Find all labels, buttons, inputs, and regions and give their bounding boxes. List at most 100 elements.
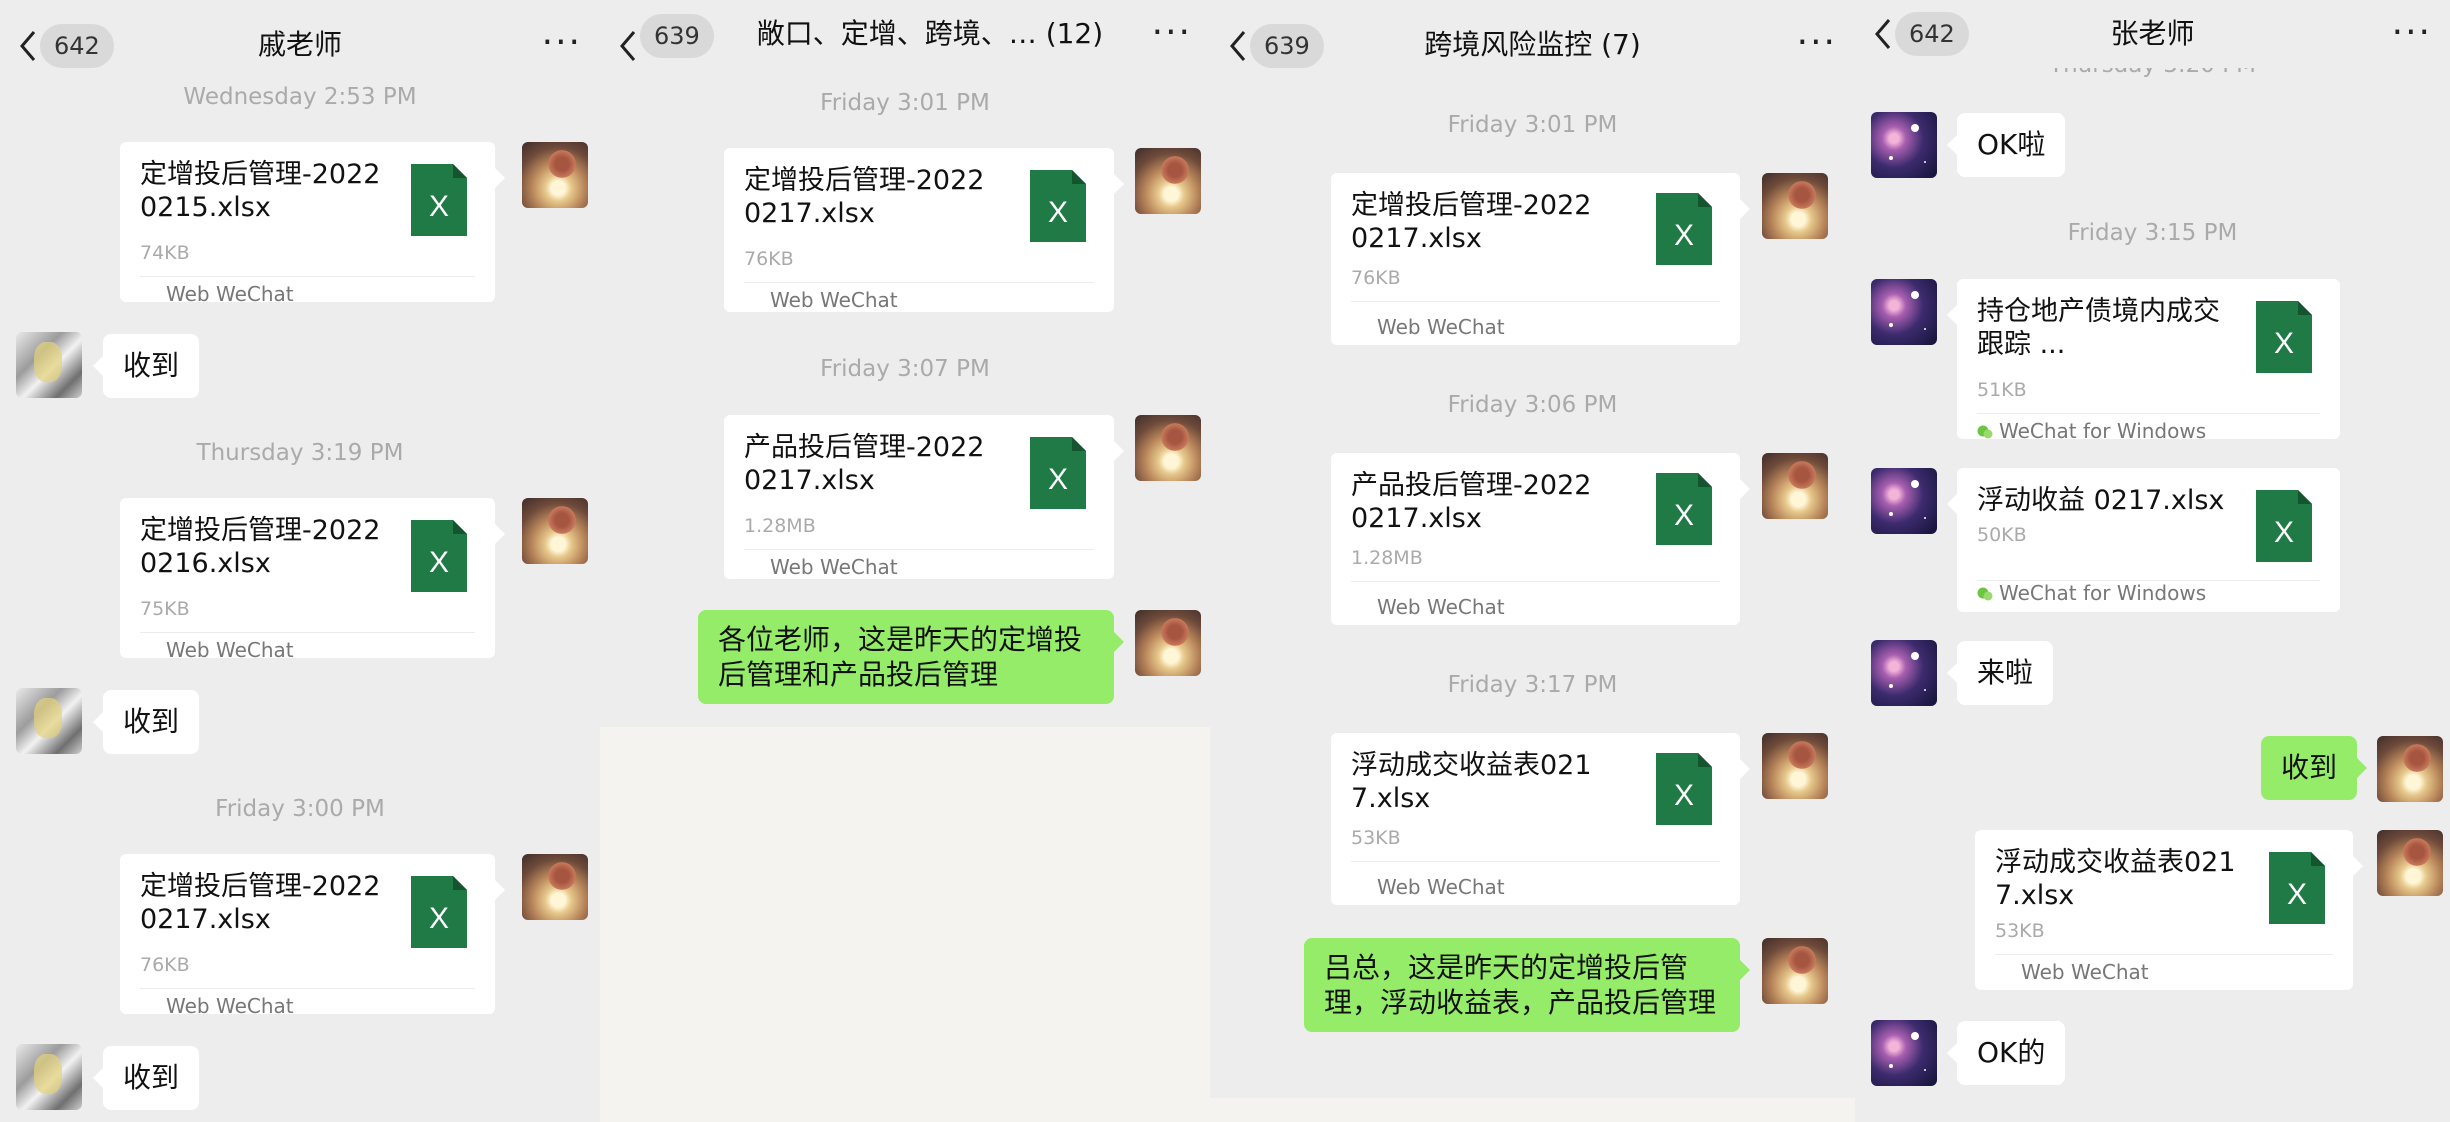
excel-file-icon	[2269, 852, 2325, 924]
avatar[interactable]	[1762, 453, 1828, 519]
text-message[interactable]: 各位老师，这是昨天的定增投后管理和产品投后管理	[698, 610, 1124, 704]
unread-count-badge[interactable]: 639	[640, 14, 714, 58]
avatar[interactable]	[1762, 733, 1828, 799]
avatar[interactable]	[16, 1044, 82, 1110]
avatar[interactable]	[1135, 415, 1201, 481]
timestamp: Friday 3:15 PM	[2067, 220, 2238, 246]
avatar[interactable]	[1871, 1020, 1937, 1086]
timestamp: Friday 3:17 PM	[1447, 672, 1618, 698]
file-name: 浮动收益 0217.xlsx	[1977, 485, 2225, 516]
file-size: 1.28MB	[1351, 547, 1423, 569]
file-size: 51KB	[1977, 379, 2027, 401]
file-size: 53KB	[1995, 920, 2045, 942]
text-message[interactable]: 来啦	[1946, 641, 2054, 705]
more-options-icon[interactable]: ···	[1797, 25, 1837, 61]
avatar[interactable]	[1762, 173, 1828, 239]
file-source: Web WeChat	[166, 282, 294, 306]
text-message[interactable]: OK啦	[1946, 113, 2066, 177]
avatar[interactable]	[1871, 112, 1937, 178]
chat-title: 戚老师	[257, 28, 342, 61]
file-name: 持仓地产债境内成交跟踪 ...	[1977, 296, 2220, 360]
chat-header: 642 戚老师 ···	[0, 0, 600, 84]
file-message[interactable]: 定增投后管理-20220215.xlsx 74KB Web WeChat	[120, 142, 505, 306]
text-message[interactable]: 收到	[2261, 736, 2368, 800]
file-message[interactable]: 产品投后管理-20220217.xlsx 1.28MB Web WeChat	[1331, 453, 1750, 625]
divider	[140, 632, 475, 633]
file-source: Web WeChat	[1377, 875, 1505, 899]
file-size: 76KB	[1351, 267, 1401, 289]
text-message[interactable]: 收到	[92, 334, 200, 398]
file-source: Web WeChat	[1377, 595, 1505, 619]
wechat-logo-icon	[1977, 587, 1993, 601]
file-source: Web WeChat	[2021, 960, 2149, 984]
file-source: Web WeChat	[770, 288, 898, 312]
avatar[interactable]	[522, 854, 588, 920]
avatar[interactable]	[1135, 148, 1201, 214]
divider	[1351, 861, 1720, 862]
excel-file-icon	[2256, 301, 2312, 373]
file-name: 定增投后管理-20220217.xlsx	[1351, 190, 1592, 254]
excel-file-icon	[1656, 473, 1712, 545]
avatar[interactable]	[1871, 640, 1937, 706]
excel-file-icon	[1656, 753, 1712, 825]
file-message[interactable]: 定增投后管理-20220217.xlsx 76KB Web WeChat	[724, 148, 1124, 312]
file-message[interactable]: 定增投后管理-20220217.xlsx 76KB Web WeChat	[1331, 173, 1750, 345]
excel-file-icon	[1030, 437, 1086, 509]
avatar[interactable]	[1762, 938, 1828, 1004]
excel-file-icon	[411, 164, 467, 236]
text-message[interactable]: OK的	[1946, 1021, 2066, 1085]
chat-title: 跨境风险监控 (7)	[1424, 28, 1641, 61]
avatar[interactable]	[2377, 830, 2443, 896]
file-message[interactable]: 定增投后管理-20220216.xlsx 75KB Web WeChat	[120, 498, 505, 662]
chat-panel-4: Thursday 3:20 PM 642 张老师 ··· OK啦 Friday …	[1855, 0, 2450, 1122]
excel-file-icon	[1656, 193, 1712, 265]
chevron-left-icon	[620, 31, 636, 61]
avatar[interactable]	[1871, 468, 1937, 534]
divider	[744, 282, 1094, 283]
chat-panel-3: 639 跨境风险监控 (7) ··· Friday 3:01 PM 定增投后管理…	[1210, 0, 1855, 1098]
avatar[interactable]	[16, 688, 82, 754]
avatar[interactable]	[522, 142, 588, 208]
text-message[interactable]: 收到	[92, 1046, 200, 1110]
chat-header: 639 跨境风险监控 (7) ···	[1210, 0, 1855, 84]
chat-header: 642 张老师 ···	[1855, 0, 2450, 68]
chat-header: 639 敞口、定增、跨境、… (12) ···	[600, 0, 1210, 84]
excel-file-icon	[411, 876, 467, 948]
file-message[interactable]: 持仓地产债境内成交跟踪 ... 51KB WeChat for Windows	[1947, 279, 2340, 443]
file-message[interactable]: 定增投后管理-20220217.xlsx 76KB Web WeChat	[120, 854, 505, 1018]
avatar[interactable]	[522, 498, 588, 564]
more-options-icon[interactable]: ···	[542, 25, 582, 61]
file-source: Web WeChat	[166, 638, 294, 662]
file-name: 产品投后管理-20220217.xlsx	[1351, 470, 1592, 534]
avatar[interactable]	[1135, 610, 1201, 676]
file-message[interactable]: 产品投后管理-20220217.xlsx 1.28MB Web WeChat	[724, 415, 1124, 579]
file-name: 产品投后管理-20220217.xlsx	[744, 432, 985, 496]
timestamp: Thursday 3:19 PM	[196, 440, 404, 466]
avatar[interactable]	[16, 332, 82, 398]
file-name: 定增投后管理-20220215.xlsx	[140, 159, 381, 223]
more-options-icon[interactable]: ···	[2392, 15, 2432, 51]
file-message[interactable]: 浮动成交收益表0217.xlsx 53KB Web WeChat	[1975, 830, 2363, 990]
file-name: 浮动成交收益表0217.xlsx	[1995, 847, 2236, 911]
more-options-icon[interactable]: ···	[1152, 15, 1192, 51]
text-message[interactable]: 收到	[92, 690, 200, 754]
excel-file-icon	[411, 520, 467, 592]
file-message[interactable]: 浮动成交收益表0217.xlsx 53KB Web WeChat	[1331, 733, 1750, 905]
chevron-left-icon	[1230, 31, 1246, 61]
chat-panel-2: 639 敞口、定增、跨境、… (12) ··· Friday 3:01 PM 定…	[600, 0, 1210, 727]
file-source: Web WeChat	[770, 555, 898, 579]
file-size: 1.28MB	[744, 515, 816, 537]
divider	[140, 988, 475, 989]
file-message[interactable]: 浮动收益 0217.xlsx 50KB WeChat for Windows	[1947, 468, 2340, 612]
wechat-logo-icon	[1977, 425, 1993, 439]
text-message[interactable]: 吕总，这是昨天的定增投后管理，浮动收益表，产品投后管理	[1304, 938, 1750, 1032]
file-name: 定增投后管理-20220216.xlsx	[140, 515, 381, 579]
excel-file-icon	[2256, 490, 2312, 562]
file-size: 74KB	[140, 242, 190, 264]
avatar[interactable]	[2377, 736, 2443, 802]
divider	[744, 549, 1094, 550]
avatar[interactable]	[1871, 279, 1937, 345]
chat-title: 张老师	[2110, 17, 2195, 50]
timestamp: Friday 3:07 PM	[820, 356, 990, 382]
chevron-left-icon	[20, 31, 36, 61]
